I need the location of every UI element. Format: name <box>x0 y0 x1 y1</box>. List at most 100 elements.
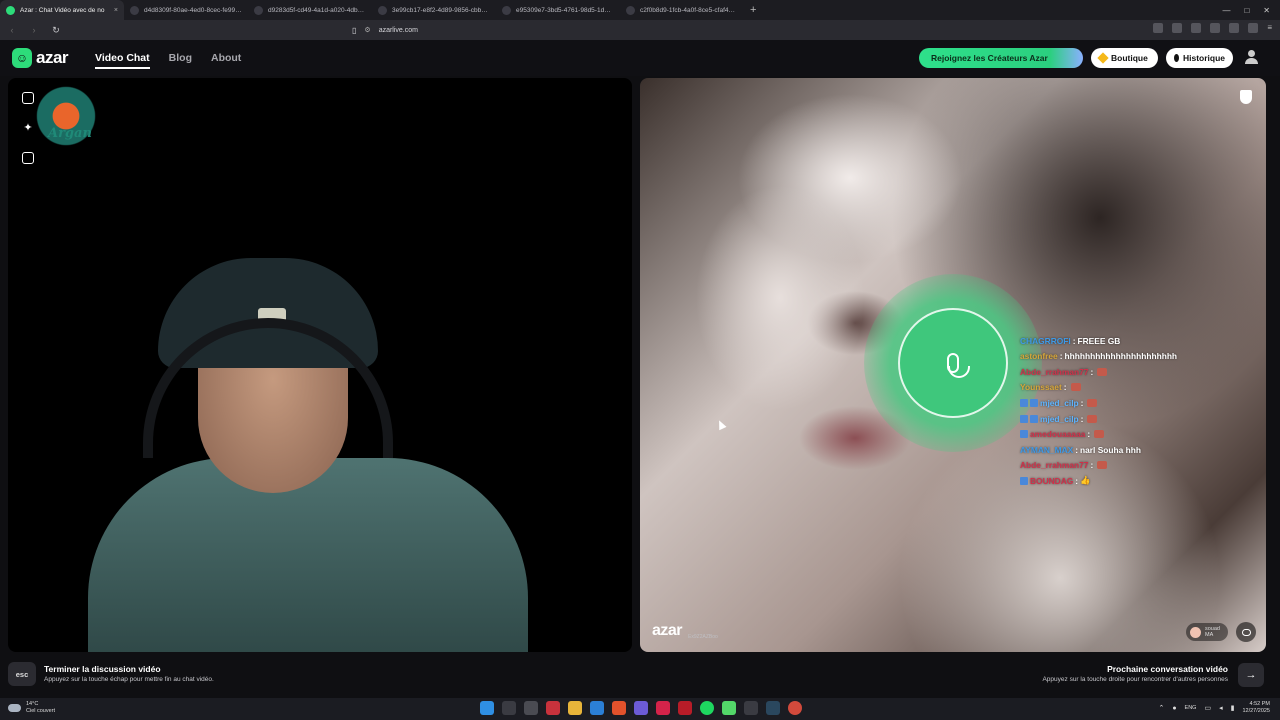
browser-tab[interactable]: d9283d5f-cd49-4a1d-a020-4db20f6 <box>248 0 372 20</box>
brave-browser-icon[interactable] <box>612 701 626 715</box>
partner-user-chip[interactable]: souad MA <box>1186 623 1228 641</box>
chat-button[interactable] <box>1236 622 1256 642</box>
nav-blog[interactable]: Blog <box>169 52 192 69</box>
chat-separator: : <box>1090 366 1094 377</box>
app-icon[interactable] <box>656 701 670 715</box>
remote-video-panel: CHAGRROFI : FREEE GB astonfree : hhhhhhhh… <box>640 78 1266 652</box>
chat-badge-icon <box>1020 414 1028 423</box>
local-video-tools: ✦ <box>22 92 34 164</box>
chat-text: 👍 <box>1080 475 1091 486</box>
chat-separator: : <box>1063 382 1067 393</box>
browser-extensions: ≡ <box>1153 23 1272 33</box>
clock-icon <box>1174 54 1179 62</box>
shop-button[interactable]: Boutique <box>1091 48 1158 68</box>
next-chat-button[interactable]: → <box>1238 663 1264 687</box>
new-tab-button[interactable]: + <box>744 4 762 16</box>
browser-tab[interactable]: c2f0b8d9-1fcb-4a0f-8ce5-cfaf44d6 <box>620 0 744 20</box>
network-icon[interactable]: ▭ <box>1204 704 1211 712</box>
local-camera-feed <box>88 258 528 652</box>
site-info-icon[interactable]: ⚙ <box>364 26 370 34</box>
weather-widget[interactable]: 14°C Ciel couvert <box>8 701 55 715</box>
volume-icon[interactable]: ◂ <box>1219 704 1223 712</box>
language-indicator[interactable]: ENG <box>1185 705 1197 711</box>
chat-username: Younssaet <box>1020 382 1062 393</box>
extension-icon[interactable] <box>1210 23 1221 33</box>
microphone-button[interactable] <box>898 308 1008 418</box>
report-shield-icon[interactable] <box>1240 90 1252 104</box>
window-controls: — □ ✕ <box>1222 6 1280 15</box>
tab-title: c2f0b8d9-1fcb-4a0f-8ce5-cfaf44d6 <box>640 6 738 14</box>
menu-icon[interactable]: ≡ <box>1267 23 1272 33</box>
sparkle-icon[interactable]: ✦ <box>22 122 34 134</box>
chat-message: Abde_rrahman77 : <box>1020 366 1260 377</box>
browser-tab[interactable]: e95309e7-3bd5-4761-98d5-1da6b8 <box>496 0 620 20</box>
chat-badge-icon <box>1030 414 1038 423</box>
taskbar-clock[interactable]: 4:52 PM 12/27/2025 <box>1242 701 1270 715</box>
spotify-icon[interactable] <box>700 701 714 715</box>
file-explorer-icon[interactable] <box>568 701 582 715</box>
chat-bubble-icon <box>1241 628 1251 636</box>
extension-icon[interactable] <box>1229 23 1240 33</box>
extension-icon[interactable] <box>1172 23 1183 33</box>
taskbar-apps <box>480 701 802 715</box>
nav-video-chat[interactable]: Video Chat <box>95 52 150 69</box>
chat-separator: : <box>1087 429 1091 440</box>
profile-icon[interactable] <box>1243 50 1259 66</box>
app-icon[interactable] <box>546 701 560 715</box>
extension-icon[interactable] <box>1153 23 1164 33</box>
face-filter-icon[interactable] <box>22 152 34 164</box>
tray-overflow-icon[interactable]: ⌃ <box>1158 704 1164 712</box>
browser-tab[interactable]: Azar : Chat Vidéo avec de no × <box>0 0 124 20</box>
battery-icon[interactable]: ▮ <box>1231 704 1235 712</box>
join-creators-button[interactable]: Rejoignez les Créateurs Azar <box>919 48 1083 68</box>
chat-username: astonfree <box>1020 351 1058 362</box>
tab-favicon-icon <box>502 5 511 15</box>
history-button[interactable]: Historique <box>1166 48 1233 68</box>
chat-separator: : <box>1080 398 1084 409</box>
mouse-cursor <box>715 418 727 431</box>
app-icon[interactable] <box>678 701 692 715</box>
extension-icon[interactable] <box>1191 23 1202 33</box>
tab-title: 3e99cb17-e8f2-4d89-9856-cbb91d8 <box>392 6 490 14</box>
nav-about[interactable]: About <box>211 52 241 69</box>
history-label: Historique <box>1182 53 1225 63</box>
watermark-logo: azar <box>652 622 683 639</box>
mic-tray-icon[interactable]: ● <box>1172 705 1176 712</box>
app-icon[interactable] <box>788 701 802 715</box>
app-icon[interactable] <box>590 701 604 715</box>
stream-chat-overlay: CHAGRROFI : FREEE GB astonfree : hhhhhhhh… <box>1020 335 1260 487</box>
chat-message: amedouaaaaa : <box>1020 429 1260 440</box>
app-icon[interactable] <box>634 701 648 715</box>
minimize-icon[interactable]: — <box>1222 6 1230 15</box>
extension-icon[interactable] <box>1248 23 1259 33</box>
chat-emote-icon <box>1094 430 1105 439</box>
maximize-icon[interactable]: □ <box>1244 6 1249 15</box>
back-icon[interactable]: ‹ <box>6 25 18 35</box>
app-icon[interactable] <box>744 701 758 715</box>
close-window-icon[interactable]: ✕ <box>1263 6 1270 15</box>
task-view-icon[interactable] <box>524 701 538 715</box>
search-icon[interactable] <box>502 701 516 715</box>
tab-favicon-icon <box>6 5 15 15</box>
steam-icon[interactable] <box>766 701 780 715</box>
tab-title: d9283d5f-cd49-4a1d-a020-4db20f6 <box>268 6 366 14</box>
tab-favicon-icon <box>254 5 263 15</box>
windows-start-icon[interactable] <box>480 701 494 715</box>
azar-logo[interactable]: ☺ azar <box>12 48 69 68</box>
end-chat-key-button[interactable]: esc <box>8 662 36 686</box>
app-icon[interactable] <box>722 701 736 715</box>
close-tab-icon[interactable]: × <box>114 7 118 14</box>
effects-icon[interactable] <box>22 92 34 104</box>
bookmark-icon[interactable]: ▯ <box>352 26 356 35</box>
browser-address-bar: ‹ › ↻ ▯ ⚙ azarlive.com ≡ <box>0 20 1280 40</box>
reload-icon[interactable]: ↻ <box>50 25 62 36</box>
forward-icon[interactable]: › <box>28 25 40 35</box>
browser-tab[interactable]: d4d8309f-80ae-4ed0-8cec-fe9942e6 <box>124 0 248 20</box>
browser-tab[interactable]: 3e99cb17-e8f2-4d89-9856-cbb91d8 <box>372 0 496 20</box>
chat-separator: : <box>1075 475 1079 486</box>
chat-separator: : <box>1090 460 1094 471</box>
chat-badge-icon <box>1020 399 1028 408</box>
end-chat-title: Terminer la discussion vidéo <box>44 664 161 674</box>
url-field[interactable]: ▯ ⚙ azarlive.com <box>352 23 910 37</box>
avatar <box>1190 626 1201 638</box>
